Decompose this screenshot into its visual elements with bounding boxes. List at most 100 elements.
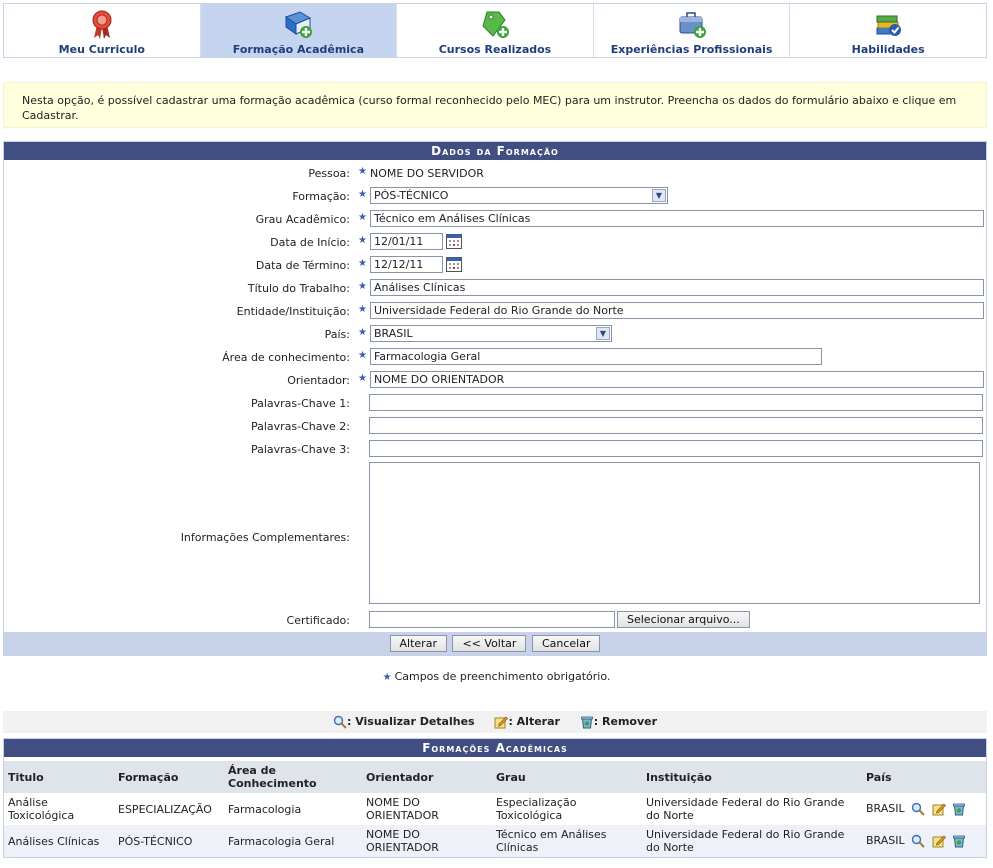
required-star-icon: ★ — [358, 327, 367, 338]
cell-instituicao: Universidade Federal do Rio Grande do No… — [642, 825, 862, 857]
trash-icon[interactable] — [952, 834, 966, 848]
required-note: Campos de preenchimento obrigatório. — [394, 670, 611, 683]
cert-file-path[interactable] — [369, 611, 615, 628]
pais-selected: BRASIL — [373, 327, 413, 340]
kw3-label: Palavras-Chave 3: — [250, 443, 350, 456]
row-kw2: Palavras-Chave 2: — [4, 415, 986, 438]
tab-cursos-realizados[interactable]: Cursos Realizados — [397, 4, 594, 57]
cell-pais: BRASIL — [866, 802, 905, 815]
kw2-input[interactable] — [369, 417, 983, 434]
entidade-label: Entidade/Instituição: — [236, 305, 350, 318]
orientador-input[interactable]: NOME DO ORIENTADOR — [369, 371, 984, 388]
tag-add-icon — [482, 11, 509, 38]
cell-pais-actions: BRASIL — [862, 793, 986, 825]
cell-orientador: NOME DO ORIENTADOR — [362, 825, 492, 857]
grau-label: Grau Acadêmico: — [255, 213, 350, 226]
area-input[interactable]: Farmacologia Geral — [369, 348, 822, 365]
table-row: Análise Toxicológica ESPECIALIZAÇÃO Farm… — [4, 793, 986, 825]
tab-habilidades[interactable]: Habilidades — [790, 4, 986, 57]
kw2-label: Palavras-Chave 2: — [250, 420, 350, 433]
cell-pais-actions: BRASIL — [862, 825, 986, 857]
edit-pencil-icon[interactable] — [932, 802, 946, 816]
pais-select[interactable]: BRASIL ▼ — [369, 325, 612, 342]
titulo-label: Título do Trabalho: — [247, 282, 350, 295]
trash-icon — [580, 716, 593, 729]
col-formacao: Formação — [114, 761, 224, 793]
tab-experiencias-profissionais[interactable]: Experiências Profissionais — [593, 4, 791, 57]
edit-pencil-icon[interactable] — [932, 834, 946, 848]
results-grid: Titulo Formação Área de Conhecimento Ori… — [4, 761, 986, 857]
required-star-icon: ★ — [358, 235, 367, 246]
pessoa-value: NOME DO SERVIDOR — [369, 167, 484, 180]
required-star-icon: ★ — [358, 258, 367, 269]
titulo-input[interactable]: Análises Clínicas — [369, 279, 984, 296]
chevron-down-icon[interactable]: ▼ — [651, 189, 666, 202]
info-label: Informações Complementares: — [180, 531, 350, 544]
cell-formacao: PÓS-TÉCNICO — [114, 825, 224, 857]
inicio-input[interactable]: 12/01/11 — [369, 233, 443, 250]
col-titulo: Titulo — [4, 761, 114, 793]
legend-view: : Visualizar Detalhes — [346, 715, 475, 728]
results-title: Formações Acadêmicas — [4, 739, 986, 757]
formacoes-table: Formações Acadêmicas Titulo Formação Áre… — [3, 738, 987, 858]
cell-orientador: NOME DO ORIENTADOR — [362, 793, 492, 825]
tab-meu-curriculo[interactable]: Meu Curriculo — [4, 4, 201, 57]
row-certificado: Certificado: Selecionar arquivo... — [4, 609, 986, 632]
entidade-input[interactable]: Universidade Federal do Rio Grande do No… — [369, 302, 984, 319]
formacao-label: Formação: — [292, 190, 350, 203]
col-grau: Grau — [492, 761, 642, 793]
books-check-icon — [876, 15, 902, 36]
info-box: Nesta opção, é possível cadastrar uma fo… — [3, 82, 987, 128]
magnifier-icon[interactable] — [911, 802, 925, 816]
formacao-select[interactable]: PÓS-TÉCNICO ▼ — [369, 187, 668, 204]
row-titulo: Título do Trabalho: ★ Análises Clínicas — [4, 277, 986, 300]
form-actions: Alterar << Voltar Cancelar — [4, 632, 986, 655]
cert-label: Certificado: — [286, 614, 350, 627]
info-textarea[interactable] — [369, 462, 980, 604]
voltar-button[interactable]: << Voltar — [452, 635, 527, 652]
cell-grau: Técnico em Análises Clínicas — [492, 825, 642, 857]
kw3-input[interactable] — [369, 440, 983, 457]
cancelar-button[interactable]: Cancelar — [531, 635, 601, 652]
row-orientador: Orientador: ★ NOME DO ORIENTADOR — [4, 369, 986, 392]
col-instituicao: Instituição — [642, 761, 862, 793]
select-file-button[interactable]: Selecionar arquivo... — [617, 611, 750, 628]
icon-legend: : Visualizar Detalhes : Alterar : Remove… — [3, 711, 987, 733]
required-star-icon: ★ — [358, 212, 367, 223]
row-area: Área de conhecimento: ★ Farmacologia Gera… — [4, 346, 986, 369]
tab-label: Formação Acadêmica — [232, 43, 364, 56]
pais-label: País: — [324, 328, 350, 341]
magnifier-icon[interactable] — [911, 834, 925, 848]
required-star-icon: ★ — [358, 350, 367, 361]
orientador-label: Orientador: — [287, 374, 350, 387]
table-row: Análises Clínicas PÓS-TÉCNICO Farmacolog… — [4, 825, 986, 857]
book-add-icon — [285, 11, 313, 38]
col-orientador: Orientador — [362, 761, 492, 793]
cell-area: Farmacologia — [224, 793, 362, 825]
tab-label: Meu Curriculo — [58, 43, 145, 56]
calendar-icon[interactable] — [445, 234, 462, 249]
tab-label: Cursos Realizados — [438, 43, 552, 56]
row-formacao: Formação: ★ PÓS-TÉCNICO ▼ — [4, 185, 986, 208]
termino-input[interactable]: 12/12/11 — [369, 256, 443, 273]
form-title: Dados da Formação — [4, 142, 986, 160]
inicio-label: Data de Início: — [270, 236, 350, 249]
kw1-input[interactable] — [369, 394, 983, 411]
calendar-icon[interactable] — [445, 257, 462, 272]
col-pais: País — [862, 761, 986, 793]
required-star-icon: ★ — [358, 281, 367, 292]
formacao-selected: PÓS-TÉCNICO — [373, 189, 449, 202]
formacao-form: Dados da Formação Pessoa: ★ NOME DO SERVI… — [3, 141, 987, 656]
legend-remove: : Remover — [593, 715, 658, 728]
tab-formacao-academica[interactable]: Formação Acadêmica — [200, 4, 398, 57]
grau-input[interactable]: Técnico em Análises Clínicas — [369, 210, 984, 227]
alterar-button[interactable]: Alterar — [389, 635, 447, 652]
chevron-down-icon[interactable]: ▼ — [595, 327, 610, 340]
magnifier-icon — [333, 715, 347, 729]
cell-pais: BRASIL — [866, 834, 905, 847]
trash-icon[interactable] — [952, 802, 966, 816]
pessoa-label: Pessoa: — [308, 167, 350, 180]
required-star-icon: ★ — [358, 189, 367, 200]
required-star-icon: ★ — [382, 672, 392, 683]
cell-titulo: Análises Clínicas — [4, 825, 114, 857]
